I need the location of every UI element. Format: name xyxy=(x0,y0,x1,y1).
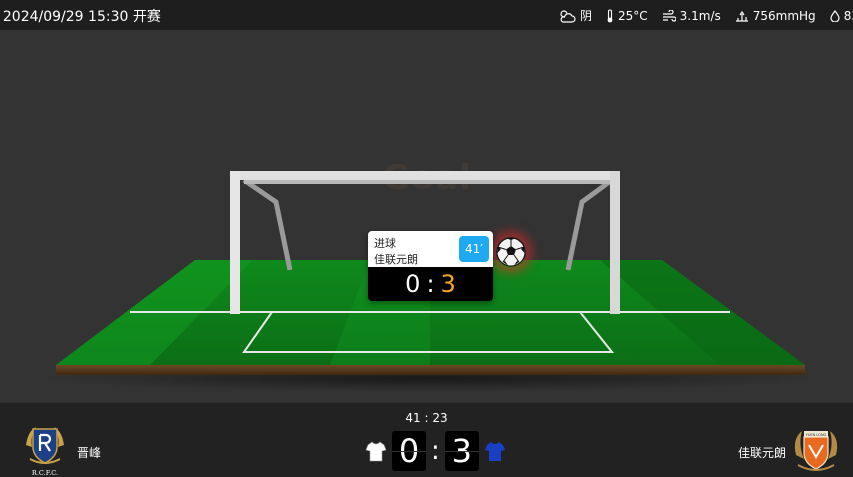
away-team-name: 佳联元朗 xyxy=(737,446,786,460)
away-team-logo: YUEN LONG xyxy=(794,431,838,471)
match-animation: Goal xyxy=(0,30,853,403)
event-header: 进球 佳联元朗 41′ xyxy=(368,231,493,267)
away-score-digit: 3 xyxy=(444,431,479,471)
event-score-separator: : xyxy=(426,270,435,298)
score-separator: : xyxy=(431,436,440,466)
event-type: 进球 xyxy=(374,237,396,250)
kickoff-time: · 2024/09/29 15:30 开赛 xyxy=(0,9,161,25)
event-home-score: 0 xyxy=(405,270,421,298)
match-clock: 41 : 23 xyxy=(405,411,448,425)
event-minute-badge: 41′ xyxy=(459,236,489,262)
away-shirt-icon xyxy=(484,442,505,461)
home-score-digit: 0 xyxy=(392,431,426,471)
cloud-sun-icon xyxy=(560,9,576,23)
pitch-graphic xyxy=(40,171,820,392)
event-score: 0 : 3 xyxy=(368,267,493,301)
droplet-icon xyxy=(830,9,840,22)
home-team-logo: R.C.F.C. xyxy=(26,427,64,477)
goal-event-card: 进球 佳联元朗 41′ 0 : 3 xyxy=(368,231,493,301)
svg-text:YUEN LONG: YUEN LONG xyxy=(806,433,827,437)
weather-condition: 阴 xyxy=(558,7,592,24)
weather-wind: 3.1m/s xyxy=(662,9,721,23)
weather-temperature: 25°C xyxy=(606,9,648,23)
weather-info: 阴 25°C 3.1m/s 756mmHg 83 xyxy=(558,7,853,24)
event-team: 佳联元朗 xyxy=(374,253,418,266)
home-team-name: 晋峰 xyxy=(77,446,102,460)
main-score: 0 : 3 xyxy=(360,430,511,472)
pressure-icon xyxy=(735,10,748,22)
soccer-ball-icon xyxy=(496,237,526,267)
status-bar: · 2024/09/29 15:30 开赛 阴 25°C 3.1m/s 756m… xyxy=(0,0,853,30)
weather-humidity: 83 xyxy=(830,9,853,23)
wind-icon xyxy=(662,9,676,22)
event-away-score: 3 xyxy=(440,270,456,298)
thermometer-icon xyxy=(607,8,613,22)
scoreboard: 41 : 23 R.C.F.C. 晋峰 0 : 3 佳联元朗 YUEN LONG xyxy=(0,403,853,477)
home-shirt-icon xyxy=(365,441,387,462)
svg-text:R.C.F.C.: R.C.F.C. xyxy=(32,469,58,477)
weather-pressure: 756mmHg xyxy=(735,9,816,23)
